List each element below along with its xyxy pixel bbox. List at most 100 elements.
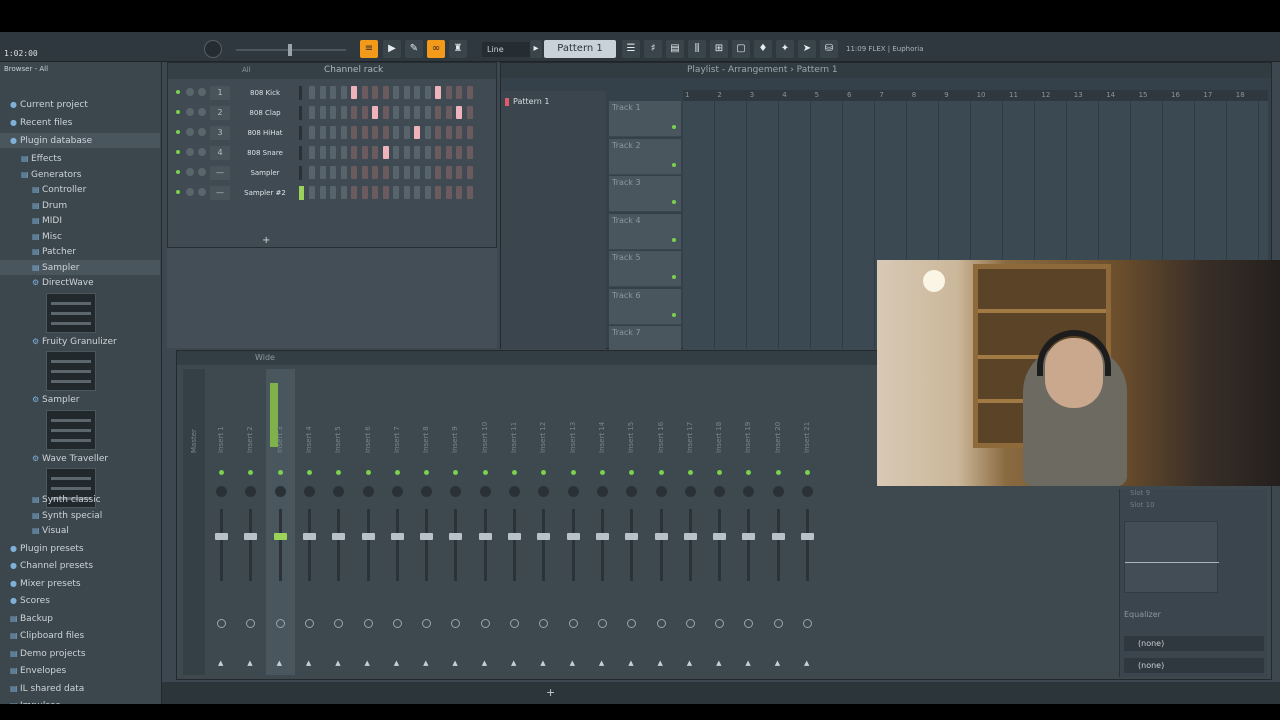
insert-pan-knob[interactable] [333,486,345,497]
insert-enable-led[interactable] [453,470,459,475]
insert-fader[interactable] [244,533,258,540]
step-button[interactable] [382,166,389,179]
insert-route-knob[interactable] [480,619,490,628]
pattern-selector[interactable]: Pattern 1 [544,40,616,58]
plugin-thumbnail[interactable] [46,351,96,391]
browser-item[interactable]: ▤ Misc [0,229,62,244]
route-arrow-icon[interactable]: ▲ [745,659,750,667]
step-button[interactable] [330,146,336,159]
insert-pan-knob[interactable] [772,486,784,497]
step-button[interactable] [393,126,399,139]
step-button[interactable] [466,146,473,159]
plugin-thumbnail[interactable] [46,409,96,450]
route-arrow-icon[interactable]: ▲ [335,659,340,667]
channel-rack-titlebar[interactable]: All Channel rack [168,63,496,79]
insert-fader-track[interactable] [688,509,692,581]
track-active-led[interactable] [672,275,676,279]
step-button[interactable] [435,186,441,199]
insert-enable-led[interactable] [482,470,488,475]
channel-mute-led[interactable] [176,90,180,94]
browser-item[interactable]: ▤ Effects [0,151,62,166]
insert-fader[interactable] [449,533,463,540]
insert-fader-track[interactable] [806,509,809,581]
channel-mixer-track[interactable]: 1 [210,86,230,100]
step-button[interactable] [435,146,441,159]
route-arrow-icon[interactable]: ▲ [570,659,575,667]
metronome-icon[interactable]: ♜ [449,40,467,58]
insert-fader[interactable] [713,533,727,540]
mic-icon[interactable]: ♦ [754,40,772,58]
add-icon[interactable]: + [546,686,555,699]
track-header[interactable]: Track 3 [609,176,681,212]
insert-enable-led[interactable] [775,470,781,475]
wizard-icon[interactable]: ✦ [776,40,794,58]
insert-fader-track[interactable] [542,509,546,581]
insert-fader[interactable] [332,533,346,540]
insert-fader[interactable] [801,533,814,540]
insert-fader[interactable] [771,533,785,540]
channel-volume-knob[interactable] [198,168,206,176]
draw-tool-icon[interactable]: ✎ [405,40,423,58]
track-header[interactable]: Track 1 [609,101,681,137]
channel-row[interactable]: 3 808 HiHat [168,123,496,143]
mixer-insert-strip[interactable]: Insert 1 ▲ [207,369,236,675]
route-arrow-icon[interactable]: ▲ [658,659,663,667]
step-button[interactable] [424,146,431,159]
insert-fader[interactable] [683,533,697,540]
mixer-insert-strip[interactable]: Insert 15 ▲ [617,369,646,675]
mixer-insert-strip[interactable]: Insert 10 ▲ [471,369,500,675]
insert-fader[interactable] [537,533,551,540]
playlist-titlebar[interactable]: Playlist - Arrangement › Pattern 1 [501,63,1271,78]
insert-fader[interactable] [302,533,316,540]
step-button[interactable] [424,86,431,99]
channel-pan-knob[interactable] [186,108,194,116]
browser-item[interactable]: ● Current project [0,97,88,112]
step-button[interactable] [309,146,315,159]
step-button[interactable] [372,126,378,139]
step-button[interactable] [351,86,357,99]
cart-icon[interactable]: ⛁ [820,40,838,58]
step-button[interactable] [393,146,399,159]
browser-item[interactable]: ▤ Generators [0,167,81,182]
channel-row[interactable]: 1 808 Kick [168,83,496,103]
master-strip[interactable]: Master [183,369,205,675]
route-arrow-icon[interactable]: ▲ [394,659,399,667]
step-button[interactable] [424,186,431,199]
insert-fader-track[interactable] [718,509,722,581]
insert-route-knob[interactable] [217,619,226,628]
channel-filter[interactable]: All [242,66,251,74]
insert-route-knob[interactable] [246,619,256,628]
mixer-insert-strip[interactable]: Insert 2 ▲ [236,369,265,675]
browser-item[interactable]: ● Plugin presets [0,541,84,556]
browser-item[interactable]: ● Channel presets [0,558,93,573]
insert-fader[interactable] [478,533,492,540]
channel-mixer-track[interactable]: — [210,186,230,200]
step-button[interactable] [309,86,315,99]
step-button[interactable] [330,106,336,119]
insert-route-knob[interactable] [451,619,461,628]
browser-item[interactable]: ▤Impulses [0,698,60,704]
insert-fader[interactable] [508,533,521,540]
route-arrow-icon[interactable]: ▲ [716,659,721,667]
browser-item[interactable]: ▤ MIDI [0,213,62,228]
insert-route-knob[interactable] [568,619,578,628]
step-button[interactable] [403,86,410,99]
channel-volume-knob[interactable] [198,128,206,136]
step-button[interactable] [351,166,357,179]
step-button[interactable] [424,166,431,179]
insert-enable-led[interactable] [394,470,400,475]
route-arrow-icon[interactable]: ▲ [247,659,252,667]
step-button[interactable] [309,106,315,119]
mixer-view-mode[interactable]: Wide [255,353,275,362]
step-button[interactable] [319,86,326,99]
step-button[interactable] [393,166,399,179]
insert-enable-led[interactable] [599,470,605,475]
channel-rack-icon[interactable]: ▤ [666,40,684,58]
insert-pan-knob[interactable] [245,486,257,497]
browser-item[interactable]: ⚙ Sampler [0,392,79,407]
insert-enable-led[interactable] [248,470,254,475]
step-button[interactable] [361,166,368,179]
route-arrow-icon[interactable]: ▲ [599,659,604,667]
step-button[interactable] [351,106,357,119]
browser-item[interactable]: ● Mixer presets [0,576,81,591]
